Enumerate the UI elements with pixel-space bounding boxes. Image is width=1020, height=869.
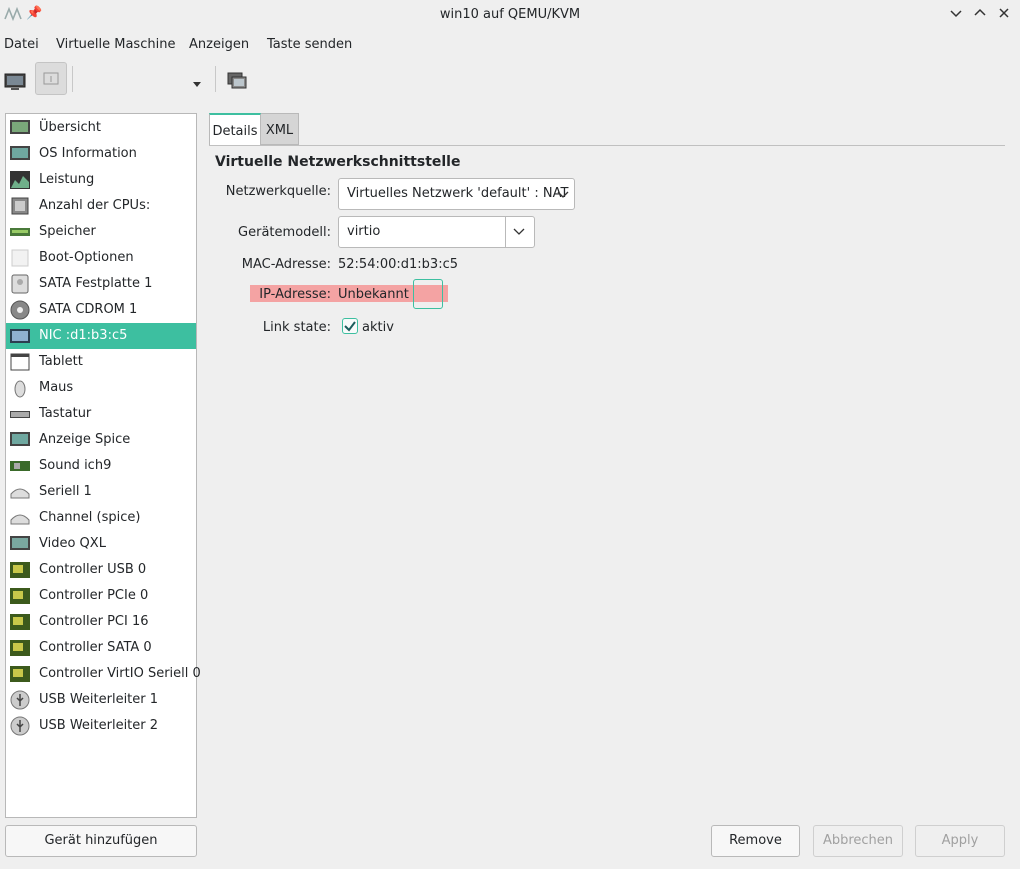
sidebar-item-tablet[interactable]: Tablett [6, 349, 196, 375]
toolbar-separator [215, 66, 216, 92]
caret-down-icon [193, 82, 201, 87]
title-bar: 📌 win10 auf QEMU/KVM [0, 0, 1020, 30]
chevron-up-icon [974, 8, 986, 16]
tab-divider [209, 145, 1005, 146]
controller-icon [10, 614, 30, 630]
sidebar-item-usb-redir-2[interactable]: USB Weiterleiter 2 [6, 713, 196, 739]
close-icon [999, 8, 1009, 18]
menu-view[interactable]: Anzeigen [189, 37, 249, 52]
video-icon [10, 536, 30, 550]
console-button[interactable] [0, 62, 32, 95]
link-state-value: aktiv [362, 320, 394, 335]
toolbar [0, 58, 1020, 102]
sidebar-item-mouse[interactable]: Maus [6, 375, 196, 401]
menu-bar: Datei Virtuelle Maschine Anzeigen Taste … [0, 30, 1020, 58]
hardware-list: Übersicht OS Information Leistung Anzahl… [5, 113, 201, 818]
sound-icon [10, 461, 30, 471]
sidebar-item-controller-pci[interactable]: Controller PCI 16 [6, 609, 196, 635]
maximize-button[interactable] [970, 5, 990, 25]
channel-icon [10, 514, 30, 525]
tablet-icon [10, 353, 30, 371]
link-state-checkbox[interactable] [342, 318, 358, 334]
sidebar-item-controller-pcie[interactable]: Controller PCIe 0 [6, 583, 196, 609]
device-model-value: virtio [347, 224, 381, 239]
mac-label: MAC-Adresse: [241, 257, 331, 272]
sidebar-item-usb-redir-1[interactable]: USB Weiterleiter 1 [6, 687, 196, 713]
network-source-select[interactable]: Virtuelles Netzwerk 'default' : NAT [338, 178, 575, 210]
sidebar-item-sound[interactable]: Sound ich9 [6, 453, 196, 479]
sidebar-item-keyboard[interactable]: Tastatur [6, 401, 196, 427]
snapshot-icon [227, 72, 247, 89]
controller-icon [10, 562, 30, 578]
add-hardware-button[interactable]: Gerät hinzufügen [5, 825, 197, 857]
section-title: Virtuelle Netzwerkschnittstelle [215, 154, 461, 170]
sidebar-item-controller-sata[interactable]: Controller SATA 0 [6, 635, 196, 661]
network-source-label: Netzwerkquelle: [225, 184, 331, 199]
sidebar-item-os-info[interactable]: OS Information [6, 141, 196, 167]
chevron-down-icon [557, 191, 569, 198]
focus-outline [413, 279, 443, 309]
usb-icon [10, 716, 30, 736]
sidebar-item-channel[interactable]: Channel (spice) [6, 505, 196, 531]
sidebar-item-controller-virtio-serial[interactable]: Controller VirtIO Seriell 0 [6, 661, 201, 687]
tab-details[interactable]: Details [209, 113, 261, 145]
monitor-icon [4, 73, 26, 90]
combo-divider [505, 217, 506, 247]
apply-button[interactable]: Apply [915, 825, 1005, 857]
link-state-label: Link state: [262, 320, 331, 335]
toolbar-separator [72, 66, 73, 92]
display-icon [10, 432, 30, 446]
usb-icon [10, 690, 30, 710]
tab-xml[interactable]: XML [261, 113, 299, 145]
device-model-combo[interactable]: virtio [338, 216, 535, 248]
sidebar-item-display[interactable]: Anzeige Spice [6, 427, 196, 453]
close-button[interactable] [994, 5, 1014, 25]
info-icon [43, 72, 59, 85]
overview-icon [10, 120, 30, 134]
menu-send-key[interactable]: Taste senden [267, 37, 352, 52]
snapshots-button[interactable] [222, 62, 254, 95]
keyboard-icon [10, 411, 30, 418]
sidebar-item-serial[interactable]: Seriell 1 [6, 479, 196, 505]
remove-button[interactable]: Remove [711, 825, 800, 857]
device-model-label: Gerätemodell: [238, 225, 331, 240]
power-dropdown[interactable] [185, 62, 209, 95]
window-title: win10 auf QEMU/KVM [439, 7, 581, 22]
details-button[interactable] [35, 62, 67, 95]
menu-virtual-machine[interactable]: Virtuelle Maschine [56, 37, 175, 52]
controller-icon [10, 666, 30, 682]
cancel-button[interactable]: Abbrechen [813, 825, 903, 857]
chevron-down-icon[interactable] [513, 228, 525, 236]
ip-value: Unbekannt [338, 287, 409, 302]
cdrom-icon [10, 300, 30, 320]
mouse-icon [14, 380, 26, 398]
controller-icon [10, 588, 30, 604]
sidebar-item-controller-usb[interactable]: Controller USB 0 [6, 557, 196, 583]
os-info-icon [10, 146, 30, 160]
mac-value: 52:54:00:d1:b3:c5 [338, 257, 458, 272]
sidebar-item-overview[interactable]: Übersicht [6, 115, 196, 141]
minimize-button[interactable] [946, 5, 966, 25]
controller-icon [10, 640, 30, 656]
menu-file[interactable]: Datei [4, 37, 39, 52]
checkmark-icon [344, 321, 356, 332]
cpu-icon [11, 197, 29, 215]
serial-icon [10, 488, 30, 499]
network-source-value: Virtuelles Netzwerk 'default' : NAT [347, 186, 569, 201]
chevron-down-icon [950, 10, 962, 18]
ip-label: IP-Adresse: [259, 287, 331, 302]
sidebar-item-video[interactable]: Video QXL [6, 531, 196, 557]
